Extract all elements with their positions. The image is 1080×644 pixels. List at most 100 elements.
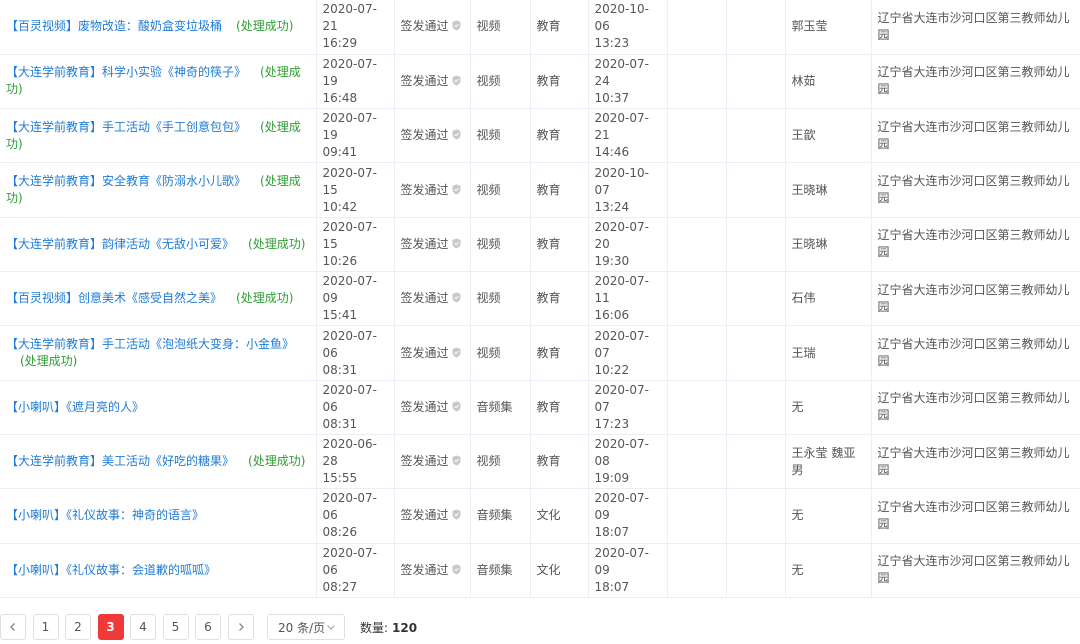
created-time: 16:29 <box>322 36 358 51</box>
author-cell: 无 <box>785 380 872 436</box>
published-time: 10:22 <box>594 362 630 377</box>
content-title-link[interactable]: 【大连学前教育】科学小实验《神奇的筷子》 <box>6 65 246 79</box>
empty-cell <box>726 488 786 544</box>
org-name: 辽宁省大连市沙河口区第三教师幼儿园 <box>877 499 1070 531</box>
created-cell: 2020-07-15 10:42 <box>316 162 395 218</box>
published-time: 13:24 <box>594 199 630 214</box>
empty-cell <box>667 271 727 327</box>
type-label: 视频 <box>476 128 501 143</box>
author-cell: 王晓琳 <box>785 217 872 273</box>
status-label: 签发通过 <box>400 19 449 34</box>
published-date: 2020-07-07 <box>594 382 649 414</box>
status-label: 签发通过 <box>400 345 449 360</box>
table-row: 【小喇叭】《礼仪故事：神奇的语言》 2020-07-06 08:26 签发通过 音频集 文… <box>0 488 1080 544</box>
created-date: 2020-07-06 <box>322 382 377 414</box>
published-cell: 2020-10-06 13:23 <box>588 0 668 55</box>
org-name: 辽宁省大连市沙河口区第三教师幼儿园 <box>877 228 1070 260</box>
org-cell: 辽宁省大连市沙河口区第三教师幼儿园 <box>871 0 1080 55</box>
created-time: 08:26 <box>322 525 358 540</box>
title-cell: 【大连学前教育】韵律活动《无敌小可爱》 (处理成功) <box>0 217 317 273</box>
content-title-link[interactable]: 【百灵视频】废物改造：酸奶盒变垃圾桶 <box>6 19 222 33</box>
empty-cell <box>726 271 786 327</box>
empty-cell <box>726 0 786 55</box>
content-title-link[interactable]: 【小喇叭】《遮月亮的人》 <box>6 400 144 414</box>
table-row: 【大连学前教育】安全教育《防溺水小儿歌》 (处理成功) 2020-07-15 10:4… <box>0 162 1080 218</box>
page-size-select[interactable]: 20 条/页 <box>267 614 345 640</box>
created-time: 10:26 <box>322 253 358 268</box>
table-row: 【大连学前教育】科学小实验《神奇的筷子》 (处理成功) 2020-07-19 16:4… <box>0 54 1080 110</box>
table-row: 【大连学前教育】美工活动《好吃的糖果》 (处理成功) 2020-06-28 15:55… <box>0 434 1080 490</box>
empty-cell <box>667 162 727 218</box>
created-date: 2020-07-19 <box>322 56 377 88</box>
created-cell: 2020-07-06 08:27 <box>316 543 395 599</box>
page-button-5[interactable]: 5 <box>162 614 189 640</box>
created-date: 2020-07-19 <box>322 111 377 143</box>
category-label: 教育 <box>536 291 561 306</box>
content-title-link[interactable]: 【百灵视频】创意美术《感受自然之美》 <box>6 291 222 305</box>
shield-icon <box>452 347 461 358</box>
shield-icon <box>452 184 461 195</box>
type-cell: 音频集 <box>470 543 531 599</box>
published-cell: 2020-07-08 19:09 <box>588 434 668 490</box>
published-time: 13:23 <box>594 36 630 51</box>
title-cell: 【百灵视频】废物改造：酸奶盒变垃圾桶 (处理成功) <box>0 0 317 55</box>
page-button-6[interactable]: 6 <box>195 614 221 640</box>
chevron-left-icon <box>10 623 15 631</box>
content-title-link[interactable]: 【小喇叭】《礼仪故事：神奇的语言》 <box>6 508 204 522</box>
prev-page-button[interactable] <box>0 614 26 640</box>
status-label: 签发通过 <box>400 291 449 306</box>
content-title-link[interactable]: 【大连学前教育】韵律活动《无敌小可爱》 <box>6 237 234 251</box>
category-cell: 教育 <box>530 54 589 110</box>
type-cell: 视频 <box>470 271 531 327</box>
content-title-link[interactable]: 【大连学前教育】美工活动《好吃的糖果》 <box>6 454 234 468</box>
page-button-2[interactable]: 2 <box>65 614 91 640</box>
org-name: 辽宁省大连市沙河口区第三教师幼儿园 <box>877 282 1070 314</box>
content-title-link[interactable]: 【大连学前教育】手工活动《泡泡纸大变身：小金鱼》 <box>6 337 294 351</box>
category-cell: 教育 <box>530 434 589 490</box>
author-cell: 无 <box>785 488 872 544</box>
published-cell: 2020-07-07 10:22 <box>588 325 668 381</box>
status-label: 签发通过 <box>400 182 449 197</box>
total-value: 120 <box>392 620 418 635</box>
content-title-link[interactable]: 【大连学前教育】安全教育《防溺水小儿歌》 <box>6 174 246 188</box>
org-name: 辽宁省大连市沙河口区第三教师幼儿园 <box>877 445 1070 477</box>
status-label: 签发通过 <box>400 508 449 523</box>
author-cell: 无 <box>785 543 872 599</box>
published-cell: 2020-07-11 16:06 <box>588 271 668 327</box>
created-date: 2020-07-21 <box>322 2 377 34</box>
page-button-1[interactable]: 1 <box>32 614 59 640</box>
status-label: 签发通过 <box>400 399 449 414</box>
author-cell: 王永莹 魏亚男 <box>785 434 872 490</box>
table-row: 【百灵视频】废物改造：酸奶盒变垃圾桶 (处理成功) 2020-07-21 16:29 签… <box>0 0 1080 55</box>
title-cell: 【小喇叭】《礼仪故事：神奇的语言》 <box>0 488 317 544</box>
shield-icon <box>452 238 461 249</box>
page-button-4[interactable]: 4 <box>130 614 156 640</box>
author-name: 郭玉莹 <box>791 19 828 34</box>
total-label: 数量: <box>360 620 389 635</box>
title-cell: 【小喇叭】《礼仪故事：会道歉的呱呱》 <box>0 543 317 599</box>
category-cell: 教育 <box>530 380 589 436</box>
status-cell: 签发通过 <box>394 0 471 55</box>
next-page-button[interactable] <box>227 614 254 640</box>
author-name: 王晓琳 <box>791 236 828 251</box>
empty-cell <box>726 543 786 599</box>
table-row: 【小喇叭】《礼仪故事：会道歉的呱呱》 2020-07-06 08:27 签发通过 音频集… <box>0 543 1080 599</box>
content-title-link[interactable]: 【大连学前教育】手工活动《手工创意包包》 <box>6 120 246 134</box>
type-label: 视频 <box>476 19 501 34</box>
table-row: 【小喇叭】《遮月亮的人》 2020-07-06 08:31 签发通过 音频集 教育 2020… <box>0 380 1080 436</box>
empty-cell <box>726 380 786 436</box>
empty-cell <box>667 543 727 599</box>
empty-cell <box>726 434 786 490</box>
type-label: 视频 <box>476 182 501 197</box>
empty-cell <box>667 434 727 490</box>
type-cell: 视频 <box>470 54 531 110</box>
page-button-3[interactable]: 3 <box>97 614 124 640</box>
published-time: 17:23 <box>594 416 630 431</box>
total-count: 数量: 120 <box>360 619 417 636</box>
published-date: 2020-07-07 <box>594 328 649 360</box>
published-time: 16:06 <box>594 308 630 323</box>
created-time: 15:55 <box>322 471 358 486</box>
org-cell: 辽宁省大连市沙河口区第三教师幼儿园 <box>871 325 1080 381</box>
type-cell: 音频集 <box>470 488 531 544</box>
content-title-link[interactable]: 【小喇叭】《礼仪故事：会道歉的呱呱》 <box>6 563 216 577</box>
